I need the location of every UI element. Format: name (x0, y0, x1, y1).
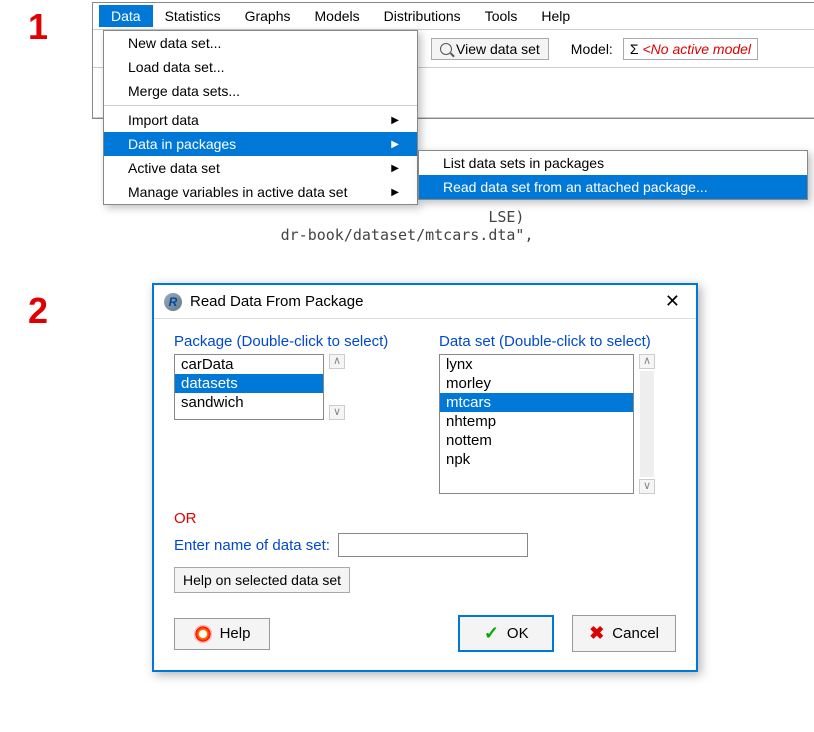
dataset-column: Data set (Double-click to select) lynxmo… (439, 333, 676, 494)
enter-name-label: Enter name of data set: (174, 537, 330, 554)
magnifier-icon (440, 43, 452, 55)
data-menu-dropdown: New data set...Load data set...Merge dat… (103, 30, 418, 205)
package-scroll[interactable]: ∧ ∨ (326, 354, 348, 420)
scroll-down-icon[interactable]: ∨ (329, 405, 345, 420)
chevron-right-icon: ▶ (391, 187, 399, 198)
menu-item[interactable]: Merge data sets... (104, 79, 417, 103)
help-button[interactable]: Help (174, 618, 270, 650)
dataset-option[interactable]: nhtemp (440, 412, 633, 431)
menu-item[interactable]: Data in packages▶ (104, 132, 417, 156)
dialog-titlebar: R Read Data From Package ✕ (154, 285, 696, 319)
dataset-name-input[interactable] (338, 533, 528, 557)
read-data-from-package-dialog: R Read Data From Package ✕ Package (Doub… (152, 283, 698, 672)
menu-item[interactable]: Active data set▶ (104, 156, 417, 180)
package-option[interactable]: sandwich (175, 393, 323, 412)
chevron-right-icon: ▶ (391, 163, 399, 174)
package-listbox[interactable]: carDatadatasetssandwich (174, 354, 324, 420)
check-icon: ✓ (484, 623, 499, 644)
scroll-down-icon[interactable]: ∨ (639, 479, 655, 494)
data-in-packages-submenu: List data sets in packagesRead data set … (418, 150, 808, 200)
dataset-option[interactable]: mtcars (440, 393, 633, 412)
dataset-option[interactable]: morley (440, 374, 633, 393)
menu-item[interactable]: New data set... (104, 31, 417, 55)
menu-item[interactable]: Import data▶ (104, 108, 417, 132)
menu-item[interactable]: Manage variables in active data set▶ (104, 180, 417, 204)
submenu-item[interactable]: Read data set from an attached package..… (419, 175, 807, 199)
lifebuoy-icon (194, 625, 212, 643)
model-value-box[interactable]: Σ<No active model (623, 38, 758, 60)
dialog-title: Read Data From Package (190, 293, 363, 310)
scroll-up-icon[interactable]: ∧ (329, 354, 345, 369)
step-number-2: 2 (28, 290, 48, 332)
help-button-label: Help (220, 625, 251, 642)
r-app-icon: R (164, 293, 182, 311)
menu-statistics[interactable]: Statistics (153, 5, 233, 27)
dataset-option[interactable]: nottem (440, 431, 633, 450)
chevron-right-icon: ▶ (391, 139, 399, 150)
close-icon[interactable]: ✕ (659, 291, 686, 312)
view-data-set-button[interactable]: View data set (431, 38, 549, 60)
model-value-text: <No active model (642, 41, 751, 57)
scroll-track[interactable] (640, 371, 654, 477)
ok-button-label: OK (507, 625, 529, 642)
menu-help[interactable]: Help (529, 5, 582, 27)
menu-tools[interactable]: Tools (473, 5, 530, 27)
cancel-button-label: Cancel (612, 625, 659, 642)
cancel-button[interactable]: ✖ Cancel (572, 615, 676, 652)
menu-graphs[interactable]: Graphs (233, 5, 303, 27)
scroll-up-icon[interactable]: ∧ (639, 354, 655, 369)
dataset-option[interactable]: lynx (440, 355, 633, 374)
package-list-label: Package (Double-click to select) (174, 333, 411, 350)
model-label: Model: (571, 41, 613, 57)
menu-distributions[interactable]: Distributions (372, 5, 473, 27)
help-on-selected-button[interactable]: Help on selected data set (174, 567, 350, 593)
step-number-1: 1 (28, 6, 48, 48)
package-option[interactable]: carData (175, 355, 323, 374)
menu-models[interactable]: Models (303, 5, 372, 27)
chevron-right-icon: ▶ (391, 115, 399, 126)
view-data-set-label: View data set (456, 41, 540, 57)
x-icon: ✖ (589, 623, 604, 644)
package-column: Package (Double-click to select) carData… (174, 333, 411, 494)
package-option[interactable]: datasets (175, 374, 323, 393)
sigma-icon: Σ (630, 41, 639, 57)
dataset-option[interactable]: npk (440, 450, 633, 469)
dataset-scroll[interactable]: ∧ ∨ (636, 354, 658, 494)
dataset-listbox[interactable]: lynxmorleymtcarsnhtempnottemnpk (439, 354, 634, 494)
dataset-list-label: Data set (Double-click to select) (439, 333, 676, 350)
ok-button[interactable]: ✓ OK (458, 615, 554, 652)
menu-item[interactable]: Load data set... (104, 55, 417, 79)
menu-data[interactable]: Data (99, 5, 153, 27)
or-label: OR (174, 510, 676, 527)
menubar: DataStatisticsGraphsModelsDistributionsT… (93, 3, 814, 30)
submenu-item[interactable]: List data sets in packages (419, 151, 807, 175)
